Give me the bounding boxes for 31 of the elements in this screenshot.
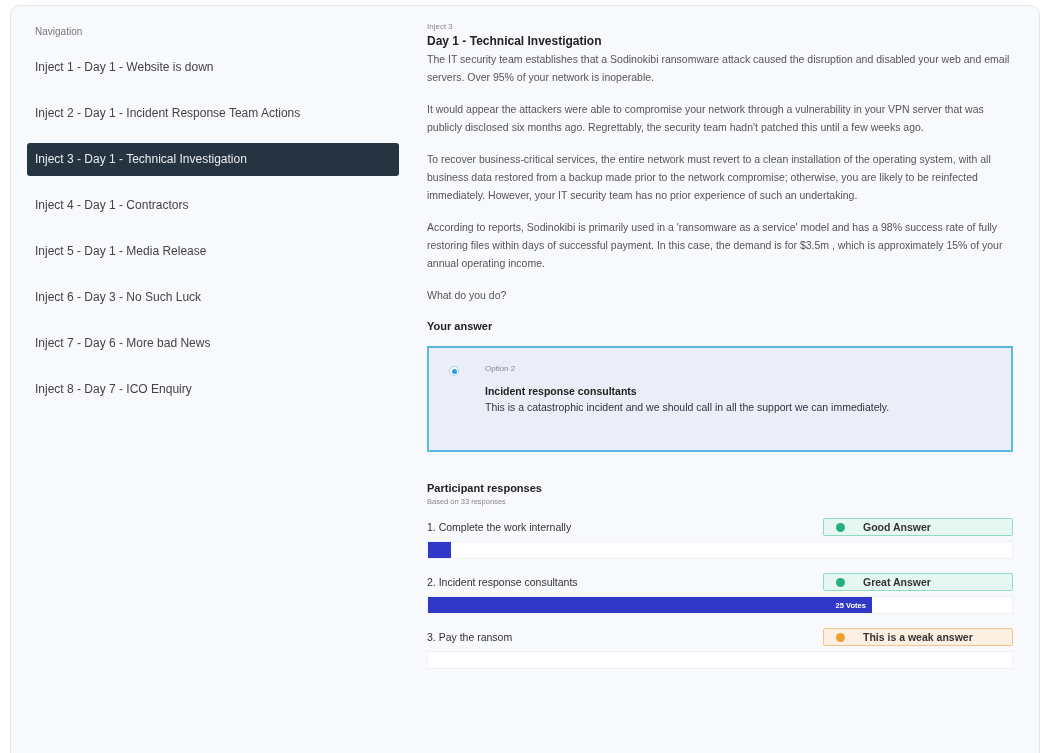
navigation-item[interactable]: Inject 6 - Day 3 - No Such Luck [27, 281, 399, 314]
radio-button[interactable] [449, 366, 459, 376]
scenario-paragraph: The IT security team establishes that a Sodinokibi ransomware attack caused the disruption and disabled your web and email servers. Over 95% of your network is inoperable. [427, 52, 1011, 85]
navigation-item[interactable]: Inject 8 - Day 7 - ICO Enquiry [27, 373, 399, 406]
navigation-item[interactable]: Inject 3 - Day 1 - Technical Investigation [27, 143, 399, 176]
navigation-item[interactable]: Inject 4 - Day 1 - Contractors [27, 189, 399, 222]
status-dot-icon [836, 577, 845, 587]
status-dot-icon [836, 632, 845, 642]
navigation-item[interactable]: Inject 5 - Day 1 - Media Release [27, 235, 399, 268]
rating-badge: Good Answer [823, 518, 1013, 536]
responses-heading: Participant responses [427, 482, 543, 494]
response-label: 1. Complete the work internally [427, 521, 572, 533]
inject-label: Inject 3 [427, 22, 454, 31]
option-label: Option 2 [485, 364, 517, 373]
answer-description: This is a catastrophic incident and we should call in all the support we can immediately. [485, 401, 890, 413]
inject-title: Day 1 - Technical Investigation [427, 34, 603, 48]
navigation-heading: Navigation [35, 26, 84, 37]
scenario-paragraph: It would appear the attackers were able to compromise your network through a vulnerability in your VPN server that was publicly disclosed six months ago. Regrettably, the security team hadn't patched this until a few weeks ago. [427, 102, 985, 135]
rating-badge: This is a weak answer [823, 628, 1013, 646]
navigation-item[interactable]: Inject 7 - Day 6 - More bad News [27, 327, 399, 360]
answer-heading: Your answer [427, 320, 494, 332]
navigation-item[interactable]: Inject 1 - Day 1 - Website is down [27, 51, 399, 84]
response-label: 3. Pay the ransom [427, 631, 513, 643]
scenario-paragraph: According to reports, Sodinokibi is primarily used in a 'ransomware as a service' model and has a 98% success rate of fully restoring files within days of successful payment. In this case, the demand is for $3.5m , which is approximately 15% of your annual operating income. [427, 220, 1004, 271]
rating-badge: Great Answer [823, 573, 1013, 591]
scenario-paragraph: What do you do? [427, 288, 508, 303]
response-label: 2. Incident response consultants [427, 576, 578, 588]
navigation-item[interactable]: Inject 2 - Day 1 - Incident Response Team Actions [27, 97, 399, 130]
answer-title: Incident response consultants [485, 385, 638, 397]
scenario-paragraph: To recover business-critical services, the entire network must revert to a clean installation of the operating system, with all business data restored from a backup made prior to the network compromise; otherwise, you are likely to be reinfected immediately. However, your IT security team has no prior experience of such an undertaking. [427, 152, 992, 203]
status-dot-icon [836, 522, 845, 532]
